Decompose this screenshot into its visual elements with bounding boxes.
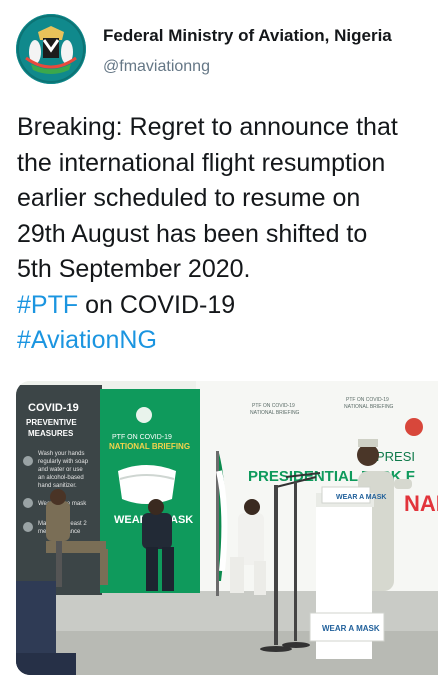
podium-sign: WEAR A MASK <box>336 494 386 501</box>
banner-center-line2: NATIONAL BRIEFING <box>109 442 190 451</box>
backdrop-line: PTF ON COVID-19 <box>252 403 295 409</box>
coat-of-arms-icon <box>16 14 86 84</box>
banner-subtitle: PREVENTIVE <box>26 418 77 427</box>
tweet-line: Breaking: Regret to announce that <box>17 113 398 141</box>
hashtag-suffix: on COVID-19 <box>78 290 236 319</box>
banner-item: hand sanitizer. <box>38 483 77 489</box>
banner-item: Wash your hands <box>38 451 84 457</box>
banner-item: and water or use <box>38 467 83 473</box>
tweet-line: 29th August has been shifted to <box>17 219 368 248</box>
banner-item: an alcohol-based <box>38 475 84 481</box>
tweet-text: Breaking: Regret to announce that the in… <box>17 110 438 359</box>
avatar[interactable] <box>16 14 86 84</box>
briefing-photo: COVID-19 PREVENTIVE MEASURES Wash your h… <box>16 381 438 675</box>
tweet-header: Federal Ministry of Aviation, Nigeria @f… <box>0 0 438 96</box>
banner-subtitle: MEASURES <box>28 429 74 438</box>
account-handle[interactable]: @fmaviationng <box>103 58 210 76</box>
hashtag-aviation[interactable]: #AviationNG <box>17 326 157 354</box>
tweet-line: earlier scheduled to resume on <box>17 184 361 212</box>
tweet-line: the international flight resumption <box>17 148 386 177</box>
backdrop-line: PTF ON COVID-19 <box>346 397 389 403</box>
backdrop-nal: NAL E <box>404 491 438 516</box>
tweet-line: 5th September 2020. <box>17 255 251 283</box>
podium-sign2: WEAR A MASK <box>322 624 380 633</box>
hashtag-ptf[interactable]: #PTF <box>17 291 78 319</box>
hashtag-line: #AviationNG <box>17 323 438 359</box>
banner-item: regularly with soap <box>38 459 89 465</box>
banner-title: COVID-19 <box>28 402 79 414</box>
account-name[interactable]: Federal Ministry of Aviation, Nigeria <box>103 26 392 46</box>
backdrop-line: NATIONAL BRIEFING <box>250 410 300 416</box>
banner-center-line1: PTF ON COVID-19 <box>112 434 172 441</box>
backdrop-presi: PRESI <box>376 449 415 464</box>
hashtag-line: #PTF on COVID-19 <box>17 288 438 324</box>
backdrop-line: NATIONAL BRIEFING <box>344 404 394 410</box>
tweet-media-photo[interactable]: COVID-19 PREVENTIVE MEASURES Wash your h… <box>16 381 438 675</box>
